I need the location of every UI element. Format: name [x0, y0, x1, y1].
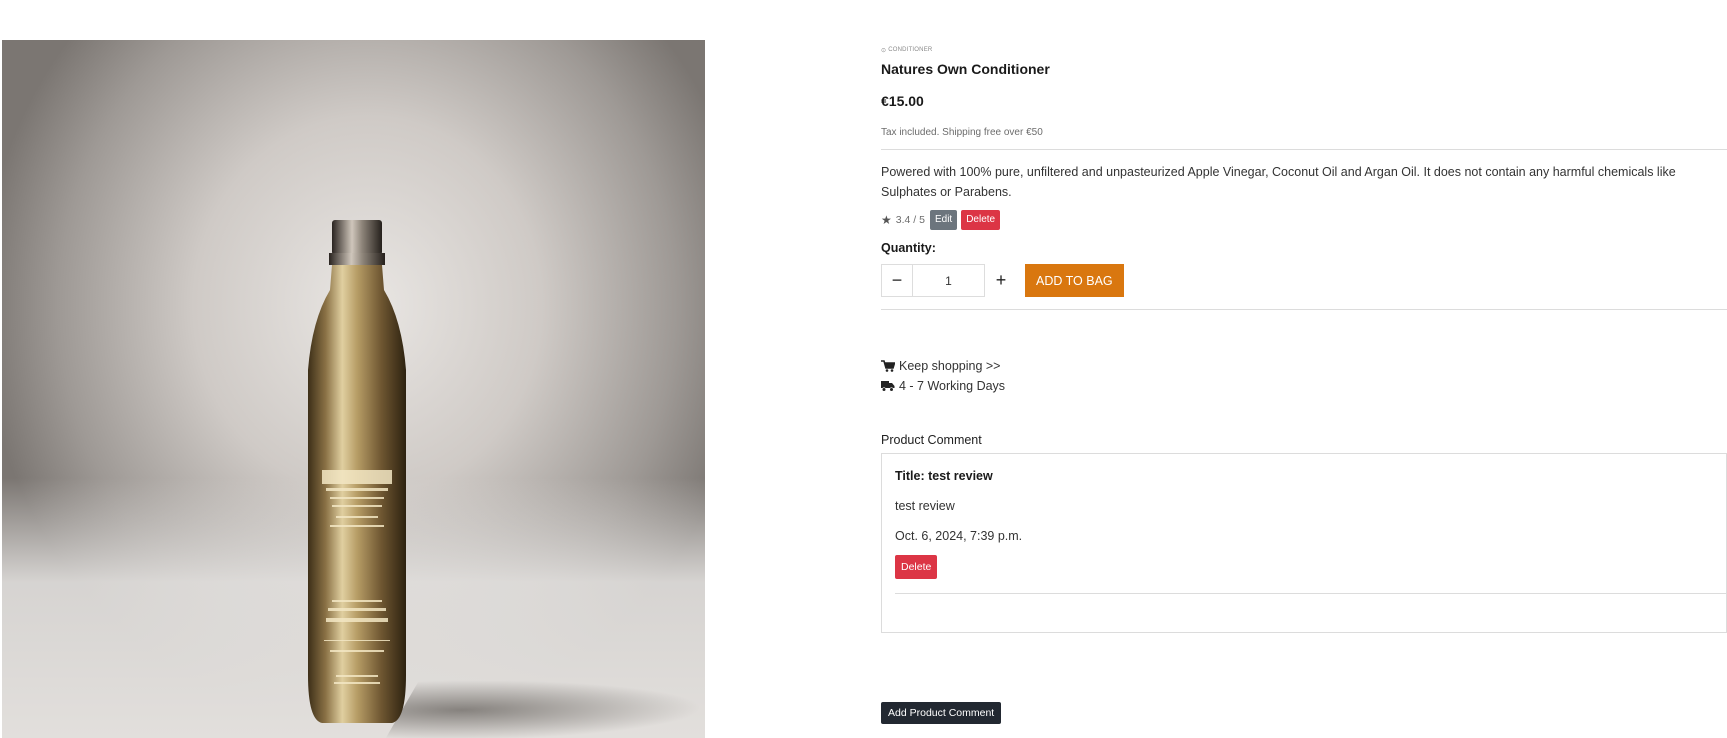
divider — [881, 149, 1727, 150]
comments-heading: Product Comment — [881, 433, 982, 447]
delivery-info: 4 - 7 Working Days — [881, 376, 1727, 396]
tag-icon: ⊙ — [881, 47, 887, 54]
rating-value: 3.4 / 5 — [895, 214, 925, 226]
star-icon: ★ — [881, 213, 892, 227]
product-name: Natures Own Conditioner — [881, 61, 1050, 77]
category-label: CONDITIONER — [888, 47, 933, 53]
product-description: Powered with 100% pure, unfiltered and u… — [881, 165, 1676, 199]
shopping-links: Keep shopping >> 4 - 7 Working Days — [881, 356, 1727, 396]
comment-date: Oct. 6, 2024, 7:39 p.m. — [895, 529, 1023, 543]
delete-comment-button[interactable]: Delete — [895, 555, 938, 579]
decrement-button[interactable]: − — [881, 264, 913, 297]
cart-icon — [881, 360, 895, 372]
edit-product-button[interactable]: Edit — [929, 210, 958, 230]
add-to-bag-button[interactable]: ADD TO BAG — [1025, 264, 1124, 297]
product-details: ⊙ CONDITIONER Natures Own Conditioner €1… — [881, 46, 1727, 633]
quantity-row: − + ADD TO BAG — [881, 264, 1727, 297]
rating-row: ★ 3.4 / 5 Edit Delete — [881, 210, 1727, 230]
comment-card: Title: test review test review Oct. 6, 2… — [881, 453, 1727, 633]
comment-divider — [895, 593, 1726, 594]
delete-product-button[interactable]: Delete — [961, 210, 1001, 230]
comment-body: test review — [895, 499, 955, 513]
product-price: €15.00 — [881, 93, 924, 109]
bottle-shadow — [384, 680, 705, 738]
add-comment-button[interactable]: Add Product Comment — [881, 702, 1002, 724]
delivery-label: 4 - 7 Working Days — [899, 379, 1006, 393]
category-link[interactable]: ⊙ CONDITIONER — [881, 46, 1727, 54]
keep-shopping-label: Keep shopping >> — [899, 359, 1001, 373]
quantity-label: Quantity: — [881, 241, 936, 255]
divider — [881, 309, 1727, 310]
bottle-illustration — [302, 220, 412, 725]
truck-icon — [881, 381, 895, 392]
product-image — [2, 40, 705, 738]
quantity-input[interactable] — [913, 264, 985, 297]
keep-shopping-link[interactable]: Keep shopping >> — [881, 356, 1727, 376]
increment-button[interactable]: + — [985, 264, 1017, 297]
tax-note: Tax included. Shipping free over €50 — [881, 127, 1043, 138]
comment-title: Title: test review — [895, 469, 993, 483]
quantity-stepper: − + — [881, 264, 1017, 297]
